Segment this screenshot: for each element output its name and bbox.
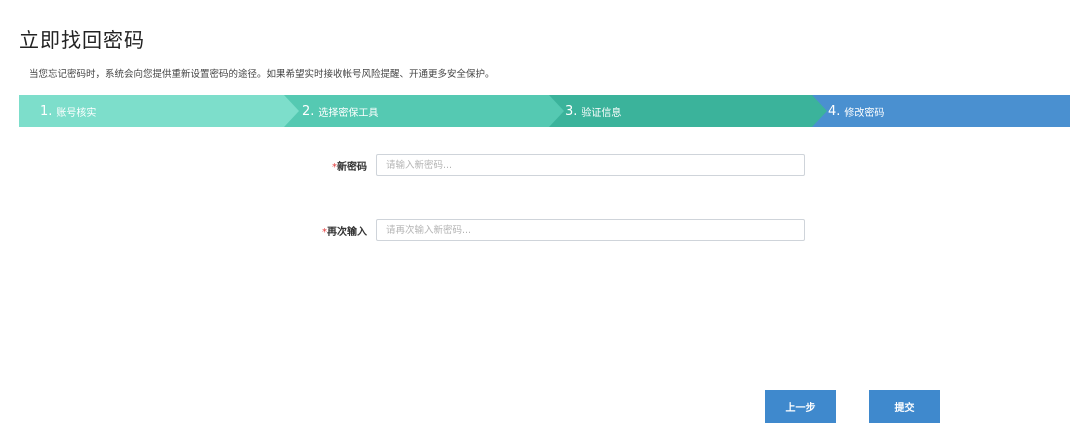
submit-button[interactable]: 提交 bbox=[869, 390, 940, 423]
step-account-verify: 1. 账号核实 bbox=[19, 95, 299, 127]
step-number: 2. bbox=[302, 103, 315, 119]
new-password-label-text: 新密码 bbox=[337, 161, 367, 173]
confirm-password-input[interactable] bbox=[376, 219, 805, 241]
confirm-password-row: *再次输入 bbox=[300, 219, 805, 241]
page-title: 立即找回密码 bbox=[19, 28, 145, 52]
step-label: 修改密码 bbox=[844, 107, 885, 119]
step-number: 1. bbox=[40, 103, 53, 119]
step-number: 4. bbox=[828, 103, 841, 119]
new-password-row: *新密码 bbox=[300, 154, 805, 176]
confirm-password-label-text: 再次输入 bbox=[327, 226, 367, 238]
new-password-label: *新密码 bbox=[300, 158, 376, 173]
progress-steps: 1. 账号核实 2. 选择密保工具 3. 验证信息 4. 修改密码 bbox=[19, 95, 1070, 127]
step-label: 验证信息 bbox=[581, 107, 622, 119]
step-change-password-active: 4. 修改密码 bbox=[810, 95, 1070, 127]
new-password-input[interactable] bbox=[376, 154, 805, 176]
page-description: 当您忘记密码时，系统会向您提供重新设置密码的途径。如果希望实时接收帐号风险提醒、… bbox=[29, 69, 495, 80]
confirm-password-label: *再次输入 bbox=[300, 223, 376, 238]
step-select-security-tool: 2. 选择密保工具 bbox=[284, 95, 564, 127]
step-verify-info: 3. 验证信息 bbox=[547, 95, 827, 127]
password-reset-page: 立即找回密码 当您忘记密码时，系统会向您提供重新设置密码的途径。如果希望实时接收… bbox=[0, 0, 1080, 443]
step-label: 账号核实 bbox=[56, 107, 97, 119]
step-number: 3. bbox=[565, 103, 578, 119]
step-label: 选择密保工具 bbox=[318, 107, 379, 119]
previous-step-button[interactable]: 上一步 bbox=[765, 390, 836, 423]
